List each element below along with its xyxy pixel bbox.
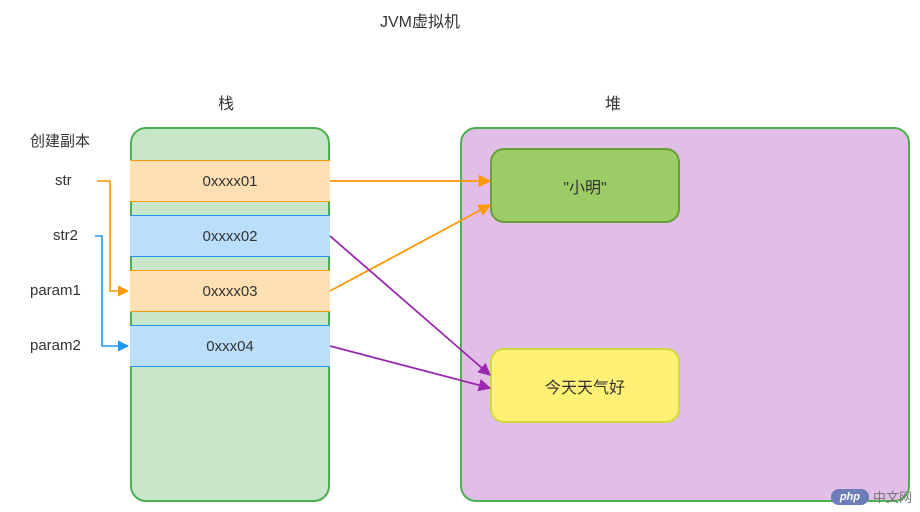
stack-slot-param1: 0xxxx03 <box>130 270 330 312</box>
watermark-badge: php <box>831 489 869 505</box>
slot-value: 0xxx04 <box>206 338 254 355</box>
copy-label: 创建副本 <box>30 130 90 151</box>
heap-node-weather: 今天天气好 <box>490 348 680 423</box>
label-param2: param2 <box>30 337 81 354</box>
slot-value: 0xxxx03 <box>202 283 257 300</box>
heap-node-text: "小明" <box>563 174 606 198</box>
stack-slot-str2: 0xxxx02 <box>130 215 330 257</box>
stack-slot-str: 0xxxx01 <box>130 160 330 202</box>
stack-title: 栈 <box>218 90 234 114</box>
slot-value: 0xxxx02 <box>202 228 257 245</box>
stack-slot-param2: 0xxx04 <box>130 325 330 367</box>
label-str2: str2 <box>53 227 78 244</box>
label-param1: param1 <box>30 282 81 299</box>
arrow-copy-str2-param2 <box>95 236 128 346</box>
slot-value: 0xxxx01 <box>202 173 257 190</box>
heap-node-text: 今天天气好 <box>545 374 625 398</box>
watermark: php 中文网 <box>831 487 912 506</box>
arrow-copy-str-param1 <box>97 181 128 291</box>
watermark-text: 中文网 <box>873 487 912 506</box>
heap-title: 堆 <box>605 90 621 114</box>
heap-node-xiaoming: "小明" <box>490 148 680 223</box>
diagram-title: JVM虚拟机 <box>380 8 460 32</box>
label-str: str <box>55 172 72 189</box>
